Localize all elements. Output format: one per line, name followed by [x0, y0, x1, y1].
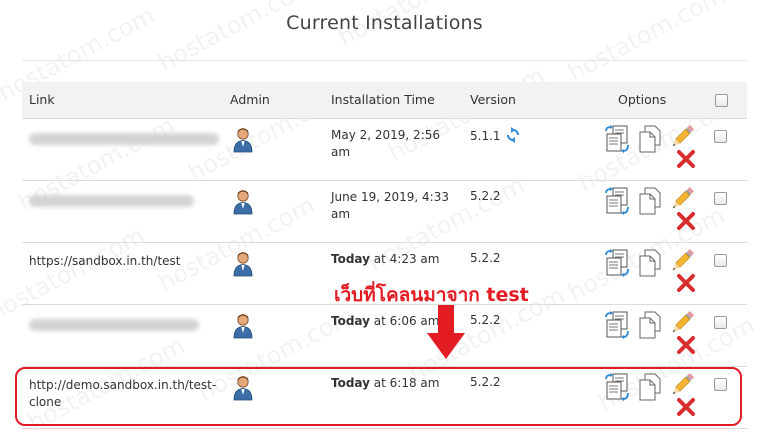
- remove-x-icon[interactable]: [676, 335, 696, 358]
- version-value: 5.2.2: [470, 189, 501, 203]
- admin-user-icon[interactable]: [233, 375, 253, 404]
- header-link: Link: [29, 92, 55, 107]
- row-select-checkbox[interactable]: [714, 378, 727, 394]
- installations-table: Link Admin Installation Time Version Opt…: [22, 82, 747, 429]
- time-prefix: Today: [331, 376, 370, 390]
- table-body: May 2, 2019, 2:56 am 5.1.1 June 19, 2019…: [22, 119, 747, 429]
- installation-time: June 19, 2019, 4:33 am: [331, 189, 461, 223]
- options-cell: [604, 124, 709, 175]
- row-select-checkbox[interactable]: [714, 316, 727, 332]
- installation-link[interactable]: http://demo.sandbox.in.th/test-clone: [29, 378, 216, 409]
- admin-user-icon[interactable]: [233, 251, 253, 280]
- table-row: May 2, 2019, 2:56 am 5.1.1: [22, 119, 747, 181]
- remove-x-icon[interactable]: [676, 397, 696, 420]
- version-cell: 5.2.2: [470, 189, 501, 203]
- update-refresh-icon[interactable]: [505, 127, 521, 146]
- options-cell: [604, 372, 709, 423]
- admin-user-icon[interactable]: [233, 313, 253, 342]
- copy-icon[interactable]: [638, 311, 662, 342]
- edit-pencil-icon[interactable]: [670, 248, 695, 276]
- row-select-checkbox[interactable]: [714, 192, 727, 208]
- remove-x-icon[interactable]: [676, 273, 696, 296]
- version-value: 5.1.1: [470, 129, 501, 143]
- blurred-link: [29, 195, 194, 207]
- options-cell: [604, 248, 709, 299]
- header-installation-time: Installation Time: [331, 92, 435, 107]
- copy-icon[interactable]: [638, 125, 662, 156]
- version-value: 5.2.2: [470, 375, 501, 389]
- version-value: 5.2.2: [470, 251, 501, 265]
- options-cell: [604, 310, 709, 361]
- version-cell: 5.2.2: [470, 375, 501, 389]
- clone-icon[interactable]: [604, 311, 630, 342]
- link-cell: http://demo.sandbox.in.th/test-clone: [29, 377, 219, 411]
- clone-icon[interactable]: [604, 187, 630, 218]
- row-select-checkbox[interactable]: [714, 130, 727, 146]
- edit-pencil-icon[interactable]: [670, 310, 695, 338]
- installation-link[interactable]: https://sandbox.in.th/test: [29, 254, 181, 268]
- remove-x-icon[interactable]: [676, 149, 696, 172]
- time-prefix: Today: [331, 314, 370, 328]
- version-cell: 5.2.2: [470, 251, 501, 265]
- table-row: June 19, 2019, 4:33 am 5.2.2: [22, 181, 747, 243]
- clone-icon[interactable]: [604, 249, 630, 280]
- down-arrow-icon: [427, 305, 465, 359]
- copy-icon[interactable]: [638, 373, 662, 404]
- link-cell: [29, 315, 219, 336]
- time-prefix: Today: [331, 252, 370, 266]
- title-divider: [22, 60, 747, 61]
- edit-pencil-icon[interactable]: [670, 186, 695, 214]
- header-version: Version: [470, 92, 516, 107]
- version-cell: 5.2.2: [470, 313, 501, 327]
- admin-user-icon[interactable]: [233, 189, 253, 218]
- installation-time: Today at 4:23 am: [331, 251, 461, 268]
- copy-icon[interactable]: [638, 187, 662, 218]
- edit-pencil-icon[interactable]: [670, 372, 695, 400]
- clone-icon[interactable]: [604, 373, 630, 404]
- header-admin: Admin: [230, 92, 270, 107]
- table-row: http://demo.sandbox.in.th/test-clone Tod…: [22, 367, 747, 429]
- installation-time: Today at 6:18 am: [331, 375, 461, 392]
- options-cell: [604, 186, 709, 237]
- header-options: Options: [618, 92, 667, 107]
- admin-user-icon[interactable]: [233, 127, 253, 156]
- select-all-checkbox[interactable]: [715, 94, 728, 110]
- page-title: Current Installations: [286, 12, 483, 34]
- table-header: Link Admin Installation Time Version Opt…: [22, 82, 747, 119]
- installation-time: May 2, 2019, 2:56 am: [331, 127, 461, 161]
- blurred-link: [29, 319, 199, 331]
- time-value: June 19, 2019, 4:33 am: [331, 190, 449, 221]
- link-cell: https://sandbox.in.th/test: [29, 253, 219, 270]
- clone-icon[interactable]: [604, 125, 630, 156]
- time-value: at 4:23 am: [369, 252, 440, 266]
- blurred-link: [29, 133, 219, 145]
- version-value: 5.2.2: [470, 313, 501, 327]
- link-cell: [29, 191, 219, 212]
- row-select-checkbox[interactable]: [714, 254, 727, 270]
- remove-x-icon[interactable]: [676, 211, 696, 234]
- link-cell: [29, 129, 219, 150]
- time-value: at 6:18 am: [369, 376, 440, 390]
- time-value: May 2, 2019, 2:56 am: [331, 128, 441, 159]
- version-cell: 5.1.1: [470, 127, 521, 146]
- edit-pencil-icon[interactable]: [670, 124, 695, 152]
- copy-icon[interactable]: [638, 249, 662, 280]
- table-row: Today at 6:06 am 5.2.2: [22, 305, 747, 367]
